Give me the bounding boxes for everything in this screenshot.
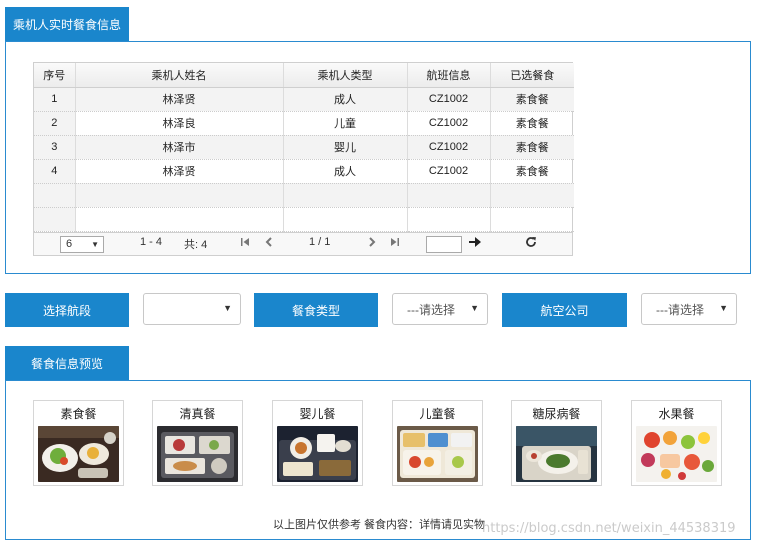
- cell-flight: CZ1002: [407, 159, 491, 184]
- arrow-right-icon[interactable]: [469, 236, 481, 253]
- meal-type-select-value: ---请选择: [407, 302, 455, 317]
- col-header-meal[interactable]: 已选餐食: [490, 63, 574, 88]
- cell-meal: 素食餐: [490, 159, 574, 184]
- cell-no: 3: [34, 135, 76, 160]
- cell-meal: 素食餐: [490, 87, 574, 112]
- chevron-down-icon: ▼: [470, 303, 479, 313]
- segment-select[interactable]: ▼: [143, 293, 241, 325]
- airline-label: 航空公司: [540, 303, 589, 318]
- airline-button[interactable]: 航空公司: [502, 293, 627, 327]
- meal-card-name: 清真餐: [179, 407, 216, 421]
- select-segment-label: 选择航段: [42, 303, 91, 318]
- meal-image-diabetic: [516, 426, 597, 482]
- table-row[interactable]: 2 林泽良 儿童 CZ1002 素食餐: [34, 111, 574, 136]
- meal-image-halal: [157, 426, 238, 482]
- meal-preview-title: 餐食信息预览: [30, 356, 103, 371]
- page-size-value: 6: [66, 237, 73, 250]
- meal-card-name: 素食餐: [60, 407, 97, 421]
- page-number-input[interactable]: [426, 235, 462, 253]
- page-size-select[interactable]: 6 ▼: [60, 235, 104, 253]
- passenger-meal-title: 乘机人实时餐食信息: [12, 17, 121, 32]
- passenger-meal-tab: 乘机人实时餐食信息: [5, 7, 129, 41]
- cell-type: 儿童: [283, 111, 408, 136]
- cell-no: 1: [34, 87, 76, 112]
- airline-select[interactable]: ---请选择 ▼: [641, 293, 737, 325]
- table-row-empty: [34, 207, 574, 232]
- chevron-down-icon: ▼: [719, 303, 728, 313]
- passenger-table: 序号 乘机人姓名 乘机人类型 航班信息 已选餐食 1 林泽贤 成人 CZ1002…: [33, 62, 574, 256]
- next-page-icon[interactable]: [368, 236, 376, 253]
- cell-type: 成人: [283, 87, 408, 112]
- meal-image-fruit: [636, 426, 717, 482]
- meal-image-vegetarian: [38, 426, 119, 482]
- refresh-icon[interactable]: [525, 236, 537, 254]
- cell-type: 婴儿: [283, 135, 408, 160]
- meal-preview-tab: 餐食信息预览: [5, 346, 129, 380]
- pager-total: 共: 4: [184, 238, 208, 251]
- prev-page-icon[interactable]: [265, 236, 273, 253]
- select-segment-button[interactable]: 选择航段: [5, 293, 129, 327]
- meal-card-name: 水果餐: [658, 407, 695, 421]
- cell-flight: CZ1002: [407, 111, 491, 136]
- meal-card-name: 儿童餐: [419, 407, 456, 421]
- meal-type-select[interactable]: ---请选择 ▼: [392, 293, 488, 325]
- meal-card[interactable]: 糖尿病餐: [511, 400, 602, 486]
- table-row[interactable]: 3 林泽市 婴儿 CZ1002 素食餐: [34, 135, 574, 160]
- cell-flight: CZ1002: [407, 87, 491, 112]
- meal-card-name: 糖尿病餐: [532, 407, 581, 421]
- last-page-icon[interactable]: [390, 236, 399, 253]
- col-header-flight[interactable]: 航班信息: [407, 63, 491, 88]
- pager-page: 1 / 1: [309, 235, 331, 248]
- meal-image-child: [397, 426, 478, 482]
- first-page-icon[interactable]: [241, 236, 250, 253]
- meal-card[interactable]: 儿童餐: [392, 400, 483, 486]
- meal-card[interactable]: 水果餐: [631, 400, 722, 486]
- col-header-no[interactable]: 序号: [34, 63, 76, 88]
- watermark: https://blog.csdn.net/weixin_44538319: [482, 521, 736, 536]
- cell-name: 林泽贤: [75, 87, 284, 112]
- cell-meal: 素食餐: [490, 135, 574, 160]
- meal-card[interactable]: 素食餐: [33, 400, 124, 486]
- meal-card[interactable]: 婴儿餐: [272, 400, 363, 486]
- table-pager: 6 ▼ 1 - 4 共: 4 1 / 1: [34, 231, 572, 255]
- table-header-row: 序号 乘机人姓名 乘机人类型 航班信息 已选餐食: [34, 63, 574, 88]
- meal-image-infant: [277, 426, 358, 482]
- chevron-down-icon: ▼: [223, 303, 232, 313]
- cell-type: 成人: [283, 159, 408, 184]
- chevron-down-icon: ▼: [91, 239, 99, 249]
- meal-card[interactable]: 清真餐: [152, 400, 243, 486]
- meal-card-name: 婴儿餐: [299, 407, 336, 421]
- airline-select-value: ---请选择: [656, 302, 704, 317]
- meal-type-label: 餐食类型: [291, 303, 340, 318]
- cell-no: 4: [34, 159, 76, 184]
- cell-name: 林泽良: [75, 111, 284, 136]
- meal-type-button[interactable]: 餐食类型: [254, 293, 378, 327]
- cell-name: 林泽市: [75, 135, 284, 160]
- table-row[interactable]: 4 林泽贤 成人 CZ1002 素食餐: [34, 159, 574, 184]
- col-header-name[interactable]: 乘机人姓名: [75, 63, 284, 88]
- cell-name: 林泽贤: [75, 159, 284, 184]
- pager-range: 1 - 4: [140, 235, 163, 248]
- cell-no: 2: [34, 111, 76, 136]
- cell-flight: CZ1002: [407, 135, 491, 160]
- cell-meal: 素食餐: [490, 111, 574, 136]
- table-row-empty: [34, 183, 574, 208]
- col-header-type[interactable]: 乘机人类型: [283, 63, 408, 88]
- table-row[interactable]: 1 林泽贤 成人 CZ1002 素食餐: [34, 87, 574, 112]
